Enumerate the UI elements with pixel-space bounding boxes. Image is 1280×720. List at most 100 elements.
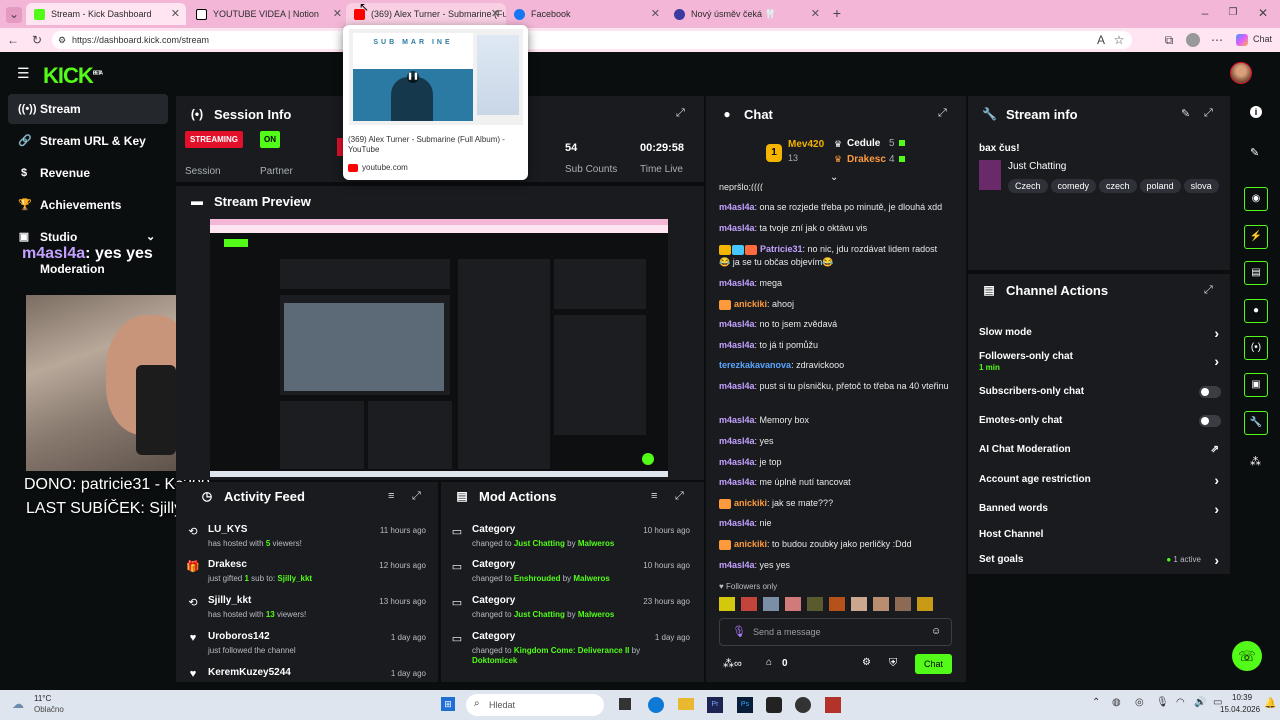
chat-username[interactable]: m4asl4a [719,319,755,329]
tab-new-smile[interactable]: Nový úsměv čeká 🦷 ✕ [666,3,826,25]
taskbar-search[interactable]: ⌕ Hledat [466,694,604,716]
tray-app-icon[interactable]: ◍ [1112,697,1121,708]
expand-icon[interactable]: ⤢ [412,490,421,503]
close-tab-icon[interactable]: ✕ [333,7,342,20]
emote-icon[interactable] [829,597,845,611]
emotes-only-toggle[interactable] [1199,415,1221,427]
expand-icon[interactable]: ⤢ [1204,284,1213,297]
account-age-row[interactable]: Account age restriction › [979,472,1223,494]
rail-button-camera[interactable]: ◉ [1244,187,1268,211]
edit-icon[interactable]: ✎ [1181,107,1190,120]
pause-icon[interactable]: ❚❚ [407,71,419,83]
host-channel-row[interactable]: Host Channel [979,529,1223,549]
chat-input[interactable]: 🎙 Send a message ☺ [719,618,952,646]
tab-hover-preview[interactable]: SUB MAR INE ❚❚ (369) Alex Turner - Subma… [343,25,528,180]
weather-icon[interactable]: ☁ [12,697,24,711]
filter-icon[interactable]: ≡ [651,490,657,502]
emoji-icon[interactable]: ☺ [931,626,941,637]
filter-icon[interactable]: ≡ [388,490,394,502]
chat-username[interactable]: m4asl4a [719,518,755,528]
rail-button-wrench[interactable]: 🔧 [1244,411,1268,435]
close-tab-icon[interactable]: ✕ [811,7,820,20]
url-field[interactable]: ⚙ https://dashboard.kick.com/stream [52,31,1132,49]
chat-username[interactable]: m4asl4a [719,278,755,288]
expand-icon[interactable]: ⤢ [1204,107,1213,120]
community-icon[interactable]: ⁂∞ [723,657,742,670]
tag[interactable]: Czech [1008,179,1048,193]
followers-only-row[interactable]: Followers-only chat 1 min › [979,351,1223,375]
read-aloud-icon[interactable]: A [1094,33,1108,47]
chat-username[interactable]: Patricie31 [760,244,803,254]
chat-username[interactable]: m4asl4a [719,202,755,212]
close-tab-icon[interactable]: ✕ [491,7,500,20]
emote-icon[interactable] [741,597,757,611]
file-explorer-icon[interactable] [678,698,694,710]
chat-username[interactable]: m4asl4a [719,560,755,570]
tab-facebook[interactable]: Facebook ✕ [506,3,666,25]
support-button[interactable]: ☏ [1232,641,1262,671]
photoshop-icon[interactable]: Ps [737,697,753,713]
emote-icon[interactable] [785,597,801,611]
chat-username[interactable]: m4asl4a [719,436,755,446]
stream-preview-video[interactable] [210,219,668,477]
site-info-icon[interactable]: ⚙ [58,31,66,49]
refresh-icon[interactable]: ↻ [30,33,44,47]
volume-icon[interactable]: 🔊 [1194,697,1206,708]
tab-actions-icon[interactable]: ⌄ [6,7,22,23]
chat-username[interactable]: anickiki [734,299,767,309]
rail-button-document[interactable]: ▤ [1244,261,1268,285]
premiere-icon[interactable]: Pr [707,697,723,713]
clock-date[interactable]: 15.04.2026 [1220,705,1260,714]
info-icon[interactable]: i [1250,106,1262,118]
copilot-icon[interactable] [1236,34,1248,46]
chat-username[interactable]: anickiki [734,539,767,549]
sidebar-item-achievements[interactable]: 🏆 Achievements [8,190,168,220]
leader-name[interactable]: Mev420 [788,139,824,150]
chat-username[interactable]: m4asl4a [719,340,755,350]
chat-username[interactable]: terezkakavanova [719,360,791,370]
close-tab-icon[interactable]: ✕ [171,7,180,20]
tab-kick-dashboard[interactable]: Stream - Kick Dashboard ✕ [26,3,186,25]
notifications-icon[interactable]: 🔔 [1264,698,1276,709]
tray-app-icon[interactable]: ◎ [1135,697,1144,708]
menu-icon[interactable]: ☰ [17,65,30,82]
rail-button-clipboard[interactable]: ▣ [1244,373,1268,397]
leader-name[interactable]: Drakesc [847,154,886,165]
close-tab-icon[interactable]: ✕ [651,7,660,20]
set-goals-row[interactable]: Set goals ● 1 active › [979,552,1223,574]
user-avatar[interactable] [1230,62,1252,84]
rail-button-chat[interactable]: ● [1244,299,1268,323]
chat-username[interactable]: m4asl4a [719,381,755,391]
tag[interactable]: poland [1139,179,1181,193]
sidebar-item-revenue[interactable]: $ Revenue [8,158,168,188]
tag[interactable]: comedy [1050,179,1097,193]
slow-mode-row[interactable]: Slow mode › [979,325,1223,347]
emote-icon[interactable] [895,597,911,611]
restore-icon[interactable]: ❐ [1226,6,1240,20]
emote-icon[interactable] [873,597,889,611]
send-chat-button[interactable]: Chat [915,654,952,674]
chat-username[interactable]: m4asl4a [719,477,755,487]
ai-moderation-row[interactable]: AI Chat Moderation ⇗ [979,444,1223,464]
banned-words-row[interactable]: Banned words › [979,501,1223,523]
settings-icon[interactable]: ⚙ [862,657,871,668]
sidebar-item-stream-url[interactable]: 🔗 Stream URL & Key [8,126,168,156]
tag[interactable]: slova [1183,179,1219,193]
tab-youtube[interactable]: (369) Alex Turner - Submarine (Fu ✕ [346,3,506,25]
emote-icon[interactable] [719,597,735,611]
sidebar-item-stream[interactable]: ((•)) Stream [8,94,168,124]
microphone-icon[interactable]: 🎙 [1156,697,1169,708]
emote-icon[interactable] [807,597,823,611]
extensions-icon[interactable]: ⧉ [1162,33,1176,47]
gift-icon[interactable]: ⌂ [766,657,772,668]
mod-shield-icon[interactable]: ⛨ [889,657,897,670]
close-window-icon[interactable]: ✕ [1256,6,1270,20]
expand-icon[interactable]: ⤢ [938,107,947,120]
chat-username[interactable]: m4asl4a [719,415,755,425]
favorite-icon[interactable]: ☆ [1112,33,1126,47]
app-icon[interactable] [825,697,841,713]
kick-logo[interactable]: KICKBETA [43,63,103,89]
rail-button-broadcast[interactable]: (•) [1244,336,1268,360]
tag[interactable]: czech [1099,179,1137,193]
subscribers-only-toggle[interactable] [1199,386,1221,398]
